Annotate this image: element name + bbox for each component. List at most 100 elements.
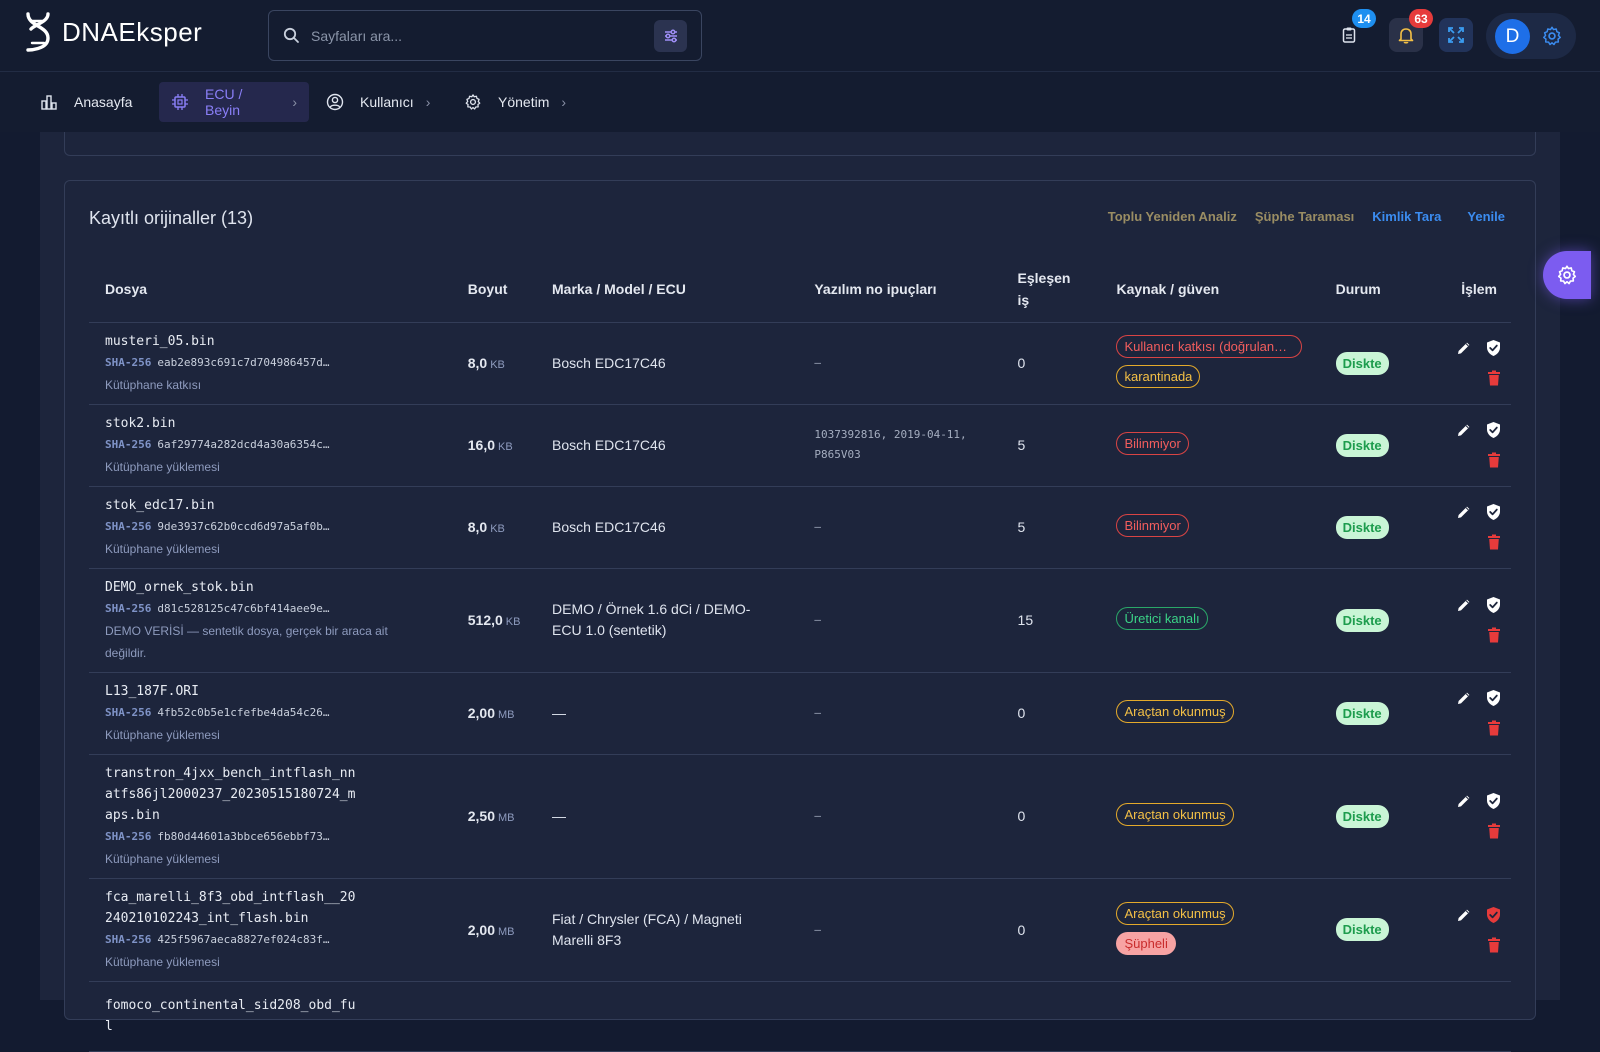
table-row[interactable]: stok2.bin SHA-256 6af29774a282dcd4a30a635… bbox=[89, 404, 1511, 487]
col-header[interactable]: Dosya bbox=[89, 256, 452, 323]
identity-scan-button[interactable]: Kimlik Tara bbox=[1372, 209, 1441, 224]
status-badge: Diskte bbox=[1335, 608, 1389, 632]
chevron-right-icon: › bbox=[425, 94, 431, 110]
ecu-info: Fiat / Chrysler (FCA) / Magneti Marelli … bbox=[552, 910, 742, 948]
row-actions bbox=[1447, 791, 1511, 841]
trash-icon[interactable] bbox=[1484, 625, 1504, 645]
software-hint: – bbox=[814, 706, 821, 719]
sha-value: d81c528125c47c6bf414aee9e… bbox=[157, 601, 330, 615]
logo[interactable]: DNAEksper bbox=[24, 12, 202, 52]
search-input[interactable] bbox=[311, 23, 641, 49]
col-header[interactable]: Marka / Model / ECU bbox=[536, 256, 799, 323]
source-trust: Bilinmiyor bbox=[1100, 486, 1320, 569]
ecu-info: — bbox=[552, 807, 566, 824]
top-bar: DNAEksper 14 bbox=[0, 0, 1600, 72]
shield-check-icon[interactable] bbox=[1484, 420, 1504, 440]
sha-value: fb80d44601a3bbce656ebbf73… bbox=[157, 829, 330, 843]
trust-tag: Araçtan okunmuş bbox=[1116, 700, 1234, 723]
shield-check-icon[interactable] bbox=[1484, 905, 1504, 925]
file-name[interactable]: L13_187F.ORI bbox=[105, 681, 360, 702]
edit-icon[interactable] bbox=[1454, 502, 1474, 522]
col-header[interactable]: İşlem bbox=[1422, 256, 1511, 323]
file-name[interactable]: transtron_4jxx_bench_intflash_nnatfs86jl… bbox=[105, 763, 360, 826]
edit-icon[interactable] bbox=[1454, 420, 1474, 440]
file-source: Kütüphane yüklemesi bbox=[105, 954, 220, 969]
expand-icon bbox=[1448, 27, 1464, 43]
table-row[interactable]: L13_187F.ORI SHA-256 4fb52c0b5e1cfefbe4da… bbox=[89, 672, 1511, 755]
sha-label: SHA-256 bbox=[105, 705, 152, 719]
sha-value: 4fb52c0b5e1cfefbe4da54c26… bbox=[157, 705, 330, 719]
col-header[interactable]: Eşleşen iş bbox=[1001, 256, 1101, 323]
trash-icon[interactable] bbox=[1484, 532, 1504, 552]
trash-icon[interactable] bbox=[1484, 450, 1504, 470]
edit-icon[interactable] bbox=[1454, 905, 1474, 925]
suspicion-scan-button[interactable]: Şüphe Taraması bbox=[1255, 209, 1354, 224]
nav-item-home[interactable]: Anasayfa bbox=[28, 82, 144, 122]
shield-check-icon[interactable] bbox=[1484, 338, 1504, 358]
fullscreen-button[interactable] bbox=[1439, 18, 1473, 52]
filter-button[interactable] bbox=[654, 20, 687, 52]
matched-jobs: 5 bbox=[1017, 519, 1026, 535]
file-name[interactable]: stok2.bin bbox=[105, 413, 360, 434]
shield-check-icon[interactable] bbox=[1484, 502, 1504, 522]
sha-label: SHA-256 bbox=[105, 829, 152, 843]
col-header[interactable]: Kaynak / güven bbox=[1100, 256, 1320, 323]
edit-icon[interactable] bbox=[1454, 688, 1474, 708]
source-trust: Kullanıcı katkısı (doğrulanm… karantinada bbox=[1100, 322, 1320, 405]
edit-icon[interactable] bbox=[1454, 595, 1474, 615]
shield-check-icon[interactable] bbox=[1484, 791, 1504, 811]
edit-icon[interactable] bbox=[1454, 338, 1474, 358]
matched-jobs: 5 bbox=[1017, 437, 1026, 453]
refresh-button[interactable]: Yenile bbox=[1467, 209, 1505, 224]
file-name[interactable]: musteri_05.bin bbox=[105, 331, 360, 352]
gear-icon bbox=[465, 94, 481, 110]
shield-check-icon[interactable] bbox=[1484, 595, 1504, 615]
col-header[interactable]: Boyut bbox=[451, 256, 536, 323]
table-row[interactable]: stok_edc17.bin SHA-256 9de3937c62b0ccd6d9… bbox=[89, 486, 1511, 569]
edit-icon[interactable] bbox=[1454, 791, 1474, 811]
col-header[interactable]: Yazılım no ipuçları bbox=[798, 256, 1002, 323]
shield-check-icon[interactable] bbox=[1484, 688, 1504, 708]
table-row[interactable]: musteri_05.bin SHA-256 eab2e893c691c7d704… bbox=[89, 322, 1511, 405]
trust-tag: Araçtan okunmuş bbox=[1116, 803, 1234, 826]
nav-item-admin[interactable]: Yönetim › bbox=[452, 82, 578, 122]
gear-icon[interactable] bbox=[1541, 25, 1563, 47]
notifications-button[interactable]: 63 bbox=[1389, 9, 1433, 52]
sha-value: 425f5967aeca8827ef024c83f… bbox=[157, 932, 330, 946]
col-header[interactable]: Durum bbox=[1319, 256, 1423, 323]
trash-icon[interactable] bbox=[1484, 821, 1504, 841]
nav-item-ecu[interactable]: ECU / Beyin › bbox=[159, 82, 309, 122]
software-hint: – bbox=[814, 356, 821, 369]
source-trust bbox=[1100, 981, 1320, 1052]
file-name[interactable]: fomoco_continental_sid208_obd_ful bbox=[105, 995, 360, 1037]
trash-icon[interactable] bbox=[1484, 368, 1504, 388]
nav-item-user[interactable]: Kullanıcı › bbox=[314, 82, 442, 122]
table-row[interactable]: fca_marelli_8f3_obd_intflash__2024021010… bbox=[89, 878, 1511, 982]
bulk-reanalyze-button[interactable]: Toplu Yeniden Analiz bbox=[1108, 209, 1237, 224]
ecu-info: Bosch EDC17C46 bbox=[552, 436, 666, 453]
avatar[interactable]: D bbox=[1495, 19, 1530, 54]
trash-icon[interactable] bbox=[1484, 718, 1504, 738]
sha-line: SHA-256 eab2e893c691c7d704986457d… bbox=[105, 352, 452, 374]
table-row[interactable]: transtron_4jxx_bench_intflash_nnatfs86jl… bbox=[89, 754, 1511, 879]
row-actions bbox=[1447, 502, 1511, 552]
trash-icon[interactable] bbox=[1484, 935, 1504, 955]
table-row[interactable]: DEMO_ornek_stok.bin SHA-256 d81c528125c47… bbox=[89, 568, 1511, 673]
main-nav: Anasayfa ECU / Beyin › Kullanıcı › Yönet… bbox=[0, 72, 1600, 132]
tasks-button[interactable]: 14 bbox=[1332, 9, 1376, 52]
chevron-right-icon: › bbox=[292, 94, 297, 110]
sha-value: 9de3937c62b0ccd6d97a5af0b… bbox=[157, 519, 330, 533]
file-source: DEMO VERİSİ — sentetik dosya, gerçek bir… bbox=[105, 623, 388, 660]
logo-text: DNAEksper bbox=[62, 16, 203, 47]
trust-tag: Bilinmiyor bbox=[1116, 514, 1189, 537]
table-row[interactable]: fomoco_continental_sid208_obd_ful bbox=[89, 981, 1511, 1052]
notifications-badge: 63 bbox=[1409, 9, 1433, 28]
sha-line: SHA-256 fb80d44601a3bbce656ebbf73… bbox=[105, 826, 452, 848]
file-name[interactable]: stok_edc17.bin bbox=[105, 495, 360, 516]
matched-jobs: 0 bbox=[1017, 808, 1026, 824]
file-name[interactable]: DEMO_ornek_stok.bin bbox=[105, 577, 360, 598]
user-menu[interactable]: D bbox=[1486, 13, 1576, 59]
file-name[interactable]: fca_marelli_8f3_obd_intflash__2024021010… bbox=[105, 887, 360, 929]
settings-fab[interactable] bbox=[1543, 251, 1591, 299]
previous-card bbox=[64, 132, 1536, 156]
